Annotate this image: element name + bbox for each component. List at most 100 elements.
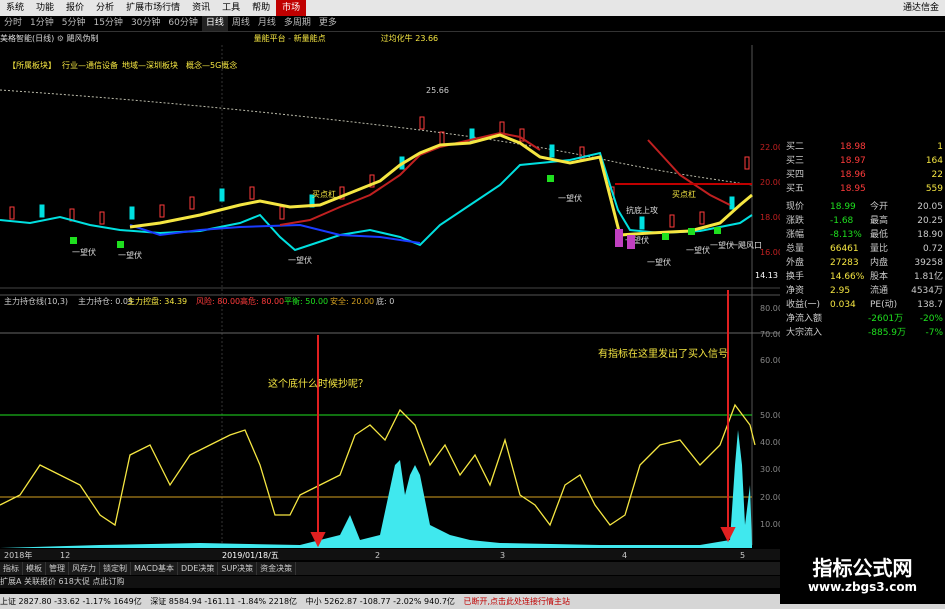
yaxis-22: 22.00 (760, 143, 780, 152)
concept-block-label[interactable]: 【所属板块】 (8, 60, 56, 70)
menu-analysis[interactable]: 分析 (90, 0, 120, 16)
stat-row: 总量 66461 量比 0.72 (780, 242, 945, 256)
red-arrows (310, 290, 736, 548)
candle (9, 206, 15, 220)
oscillator-line (0, 403, 756, 527)
order-label: 买五 (786, 184, 805, 194)
indicator-name[interactable]: 飓风伪制 (67, 34, 99, 43)
tab-macd[interactable]: MACD基本 (131, 562, 178, 575)
tab-more[interactable]: 更多 (315, 16, 341, 31)
watermark-url: www.zbgs3.com (807, 580, 918, 594)
volume-platform-label: 量能平台 (253, 34, 286, 43)
menu-system[interactable]: 系统 (0, 0, 30, 16)
tab-60min[interactable]: 60分钟 (164, 16, 201, 31)
sub-yaxis: 10.00 (760, 520, 780, 529)
date-cursor-label: 2019/01/18/五 (222, 551, 279, 560)
stat-value: -1.68 (830, 216, 854, 226)
tab-fund[interactable]: 资金决策 (257, 562, 297, 575)
flow-value: -885.9万 (868, 328, 907, 338)
tab-lock[interactable]: 锁定制 (100, 562, 131, 575)
buy-signal-label: 买点杠 (672, 189, 696, 199)
candle (729, 196, 735, 210)
subchart-title[interactable]: 主力持仓线(10,3) (4, 296, 68, 306)
stat-row: 收益(一) 0.034 PE(动) 138.7 (780, 298, 945, 312)
candle (639, 216, 645, 230)
candle (419, 116, 425, 130)
balance-value: 平衡: 50.00 (284, 296, 328, 306)
menu-help[interactable]: 帮助 (246, 0, 276, 16)
order-volume: 1 (937, 142, 943, 152)
date-label: 5 (740, 551, 745, 560)
green-markers (70, 175, 721, 248)
candle (39, 204, 45, 218)
flow-label: 大宗流入 (786, 328, 823, 338)
stat-row: 涨幅 -8.13% 最低 18.90 (780, 228, 945, 242)
quote-panel: 买二 18.98 1 买三 18.97 164 买四 18.96 22 买五 18.95 559 现价 1… (780, 138, 945, 352)
index-sme[interactable]: 中小 5262.87 -108.77 -2.02% 940.7亿 (306, 597, 455, 606)
stat-row: 现价 18.99 今开 20.05 (780, 200, 945, 214)
tab-intraday[interactable]: 分时 (0, 16, 26, 31)
tab-wind[interactable]: 风存力 (69, 562, 100, 575)
sub-yaxis: 20.00 (760, 493, 780, 502)
date-label: 2 (375, 551, 380, 560)
buy-signal-label: 买点杠 (312, 189, 336, 199)
low-price-label: 14.13 (755, 271, 778, 280)
candle (129, 206, 135, 220)
note-buy-signal: 有指标在这里发出了买入信号 (598, 347, 728, 360)
sub-yaxis: 80.00 (760, 304, 780, 313)
long-ma-line (0, 89, 753, 186)
menu-quote[interactable]: 报价 (60, 0, 90, 16)
concept-theme[interactable]: 概念—5G概念 (186, 60, 237, 70)
stat-value: 1.81亿 (913, 272, 943, 282)
control-value: 主力控盘: 34.39 (127, 296, 187, 306)
indicator-tabs: 指标 模板 管理 风存力 锁定制 MACD基本 DDE决策 SUP决策 资金决策 (0, 562, 780, 575)
order-row: 买二 18.98 1 (780, 140, 945, 154)
gear-icon[interactable]: ⚙ (57, 34, 64, 43)
stat-label: 净资 (786, 286, 805, 296)
tab-15min[interactable]: 15分钟 (89, 16, 126, 31)
concept-industry[interactable]: 行业—通信设备 (62, 60, 118, 70)
tab-template[interactable]: 模板 (23, 562, 46, 575)
menu-function[interactable]: 功能 (30, 0, 60, 16)
tab-sup[interactable]: SUP决策 (218, 562, 258, 575)
candle (549, 144, 555, 158)
stat-row: 换手 14.66% 股本 1.81亿 (780, 270, 945, 284)
tab-dde[interactable]: DDE决策 (178, 562, 219, 575)
menu-extended-market[interactable]: 扩展市场行情 (120, 0, 186, 16)
tab-5min[interactable]: 5分钟 (58, 16, 90, 31)
peak-price-label: 25.66 (426, 86, 449, 95)
stat-label: 最高 (870, 216, 889, 226)
tab-indicator[interactable]: 指标 (0, 562, 23, 575)
stat-value: 18.99 (830, 202, 856, 212)
index-shenzhen[interactable]: 深证 8584.94 -161.11 -1.84% 2218亿 (150, 597, 297, 606)
tab-weekly[interactable]: 周线 (228, 16, 254, 31)
menu-market[interactable]: 市场 (276, 0, 307, 16)
sub-yaxis: 30.00 (760, 465, 780, 474)
stat-label: 收益(一) (786, 300, 821, 310)
signal-label: 一望伏 (686, 245, 710, 255)
menu-tools[interactable]: 工具 (216, 0, 246, 16)
stat-label: 涨幅 (786, 230, 805, 240)
red-line (279, 131, 541, 226)
tab-manage[interactable]: 管理 (46, 562, 69, 575)
stat-label: 内盘 (870, 258, 889, 268)
holding-value: 主力持仓: 0.05 (78, 296, 133, 306)
sub-yaxis: 50.00 (760, 411, 780, 420)
stat-value: -8.13% (830, 230, 862, 240)
signal-label: 一望伏 (647, 257, 671, 267)
connection-status[interactable]: 已断开,点击此处连接行情主站 (463, 597, 570, 606)
tab-1min[interactable]: 1分钟 (26, 16, 58, 31)
tab-daily[interactable]: 日线 (201, 16, 228, 31)
order-row: 买三 18.97 164 (780, 154, 945, 168)
period-tabs: 分时 1分钟 5分钟 15分钟 30分钟 60分钟 日线 周线 月线 多周期 更多 (0, 16, 945, 32)
chart-area[interactable]: 【所属板块】 行业—通信设备 地域—深圳板块 概念—5G概念 25.66 14.… (0, 45, 780, 560)
tab-monthly[interactable]: 月线 (254, 16, 280, 31)
tab-30min[interactable]: 30分钟 (127, 16, 164, 31)
tab-multi-period[interactable]: 多周期 (280, 16, 315, 31)
extension-bar[interactable]: 扩展A 关联报价 618大促 点此订购 (0, 576, 780, 588)
concept-region[interactable]: 地域—深圳板块 (122, 60, 178, 70)
menu-news[interactable]: 资讯 (186, 0, 216, 16)
index-shanghai[interactable]: 上证 2827.80 -33.62 -1.17% 1649亿 (0, 597, 142, 606)
date-label: 4 (622, 551, 627, 560)
stat-label: 量比 (870, 244, 889, 254)
